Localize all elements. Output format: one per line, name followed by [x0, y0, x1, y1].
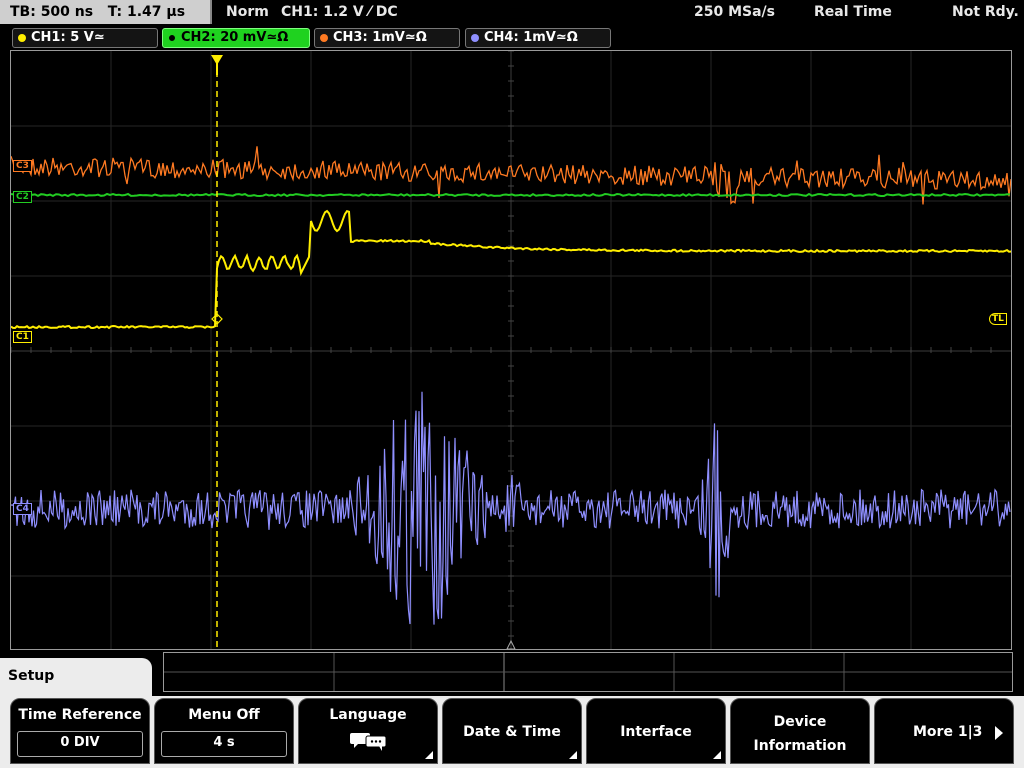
date-time-label: Date & Time	[463, 724, 561, 740]
ch3-offset-marker[interactable]: C3	[13, 160, 32, 172]
ch2-offset-marker[interactable]: C2	[13, 191, 32, 203]
date-time-button[interactable]: Date & Time	[442, 698, 582, 764]
ch3-dot-icon	[320, 34, 328, 42]
trigger-marker-icon[interactable]	[211, 55, 223, 75]
information-label: Information	[753, 738, 847, 754]
ch2-waveform	[11, 192, 1011, 198]
ch4-label: CH4: 1mV≃Ω	[484, 30, 578, 45]
trigger-time-readout: T: 1.47 µs	[107, 4, 186, 20]
timebase-box[interactable]: TB: 500 ns T: 1.47 µs	[0, 0, 212, 24]
timebase-readout: TB: 500 ns	[10, 4, 94, 20]
menu-title-text: Setup	[8, 668, 55, 684]
ch2-dot-icon	[168, 34, 176, 42]
trigger-mode[interactable]: Norm	[226, 0, 269, 24]
zoom-strip	[163, 652, 1013, 692]
time-reference-value[interactable]: 0 DIV	[17, 731, 143, 757]
graticule	[11, 51, 1011, 649]
acquisition-state: Not Rdy.	[952, 4, 1019, 20]
ch1-dot-icon	[18, 34, 26, 42]
waveform-canvas	[11, 51, 1011, 649]
ch4-dot-icon	[471, 34, 479, 42]
channel-tab-ch4[interactable]: CH4: 1mV≃Ω	[465, 28, 611, 48]
arrow-right-icon	[995, 726, 1003, 740]
device-information-button[interactable]: Device Information	[730, 698, 870, 764]
trigger-info[interactable]: CH1: 1.2 V ⁄ DC	[281, 0, 398, 24]
ch3-marker-text: C3	[16, 161, 29, 171]
channel-tab-ch2[interactable]: CH2: 20 mV≃Ω	[162, 28, 310, 48]
channel-tab-ch1[interactable]: CH1: 5 V≃	[12, 28, 158, 48]
language-label: Language	[329, 707, 407, 723]
ch3-label: CH3: 1mV≃Ω	[333, 30, 427, 45]
menu-off-label: Menu Off	[188, 707, 260, 723]
menu-title: Setup	[0, 658, 152, 698]
channel-bar: CH1: 5 V≃ CH2: 20 mV≃Ω CH3: 1mV≃Ω CH4: 1…	[0, 26, 1024, 48]
submenu-corner-icon	[425, 751, 433, 759]
speech-bubbles-icon	[350, 733, 387, 751]
ch1-marker-text: C1	[16, 332, 29, 342]
acquisition-mode: Real Time	[814, 4, 892, 20]
channel-tab-ch3[interactable]: CH3: 1mV≃Ω	[314, 28, 460, 48]
more-label: More 1|3	[913, 724, 983, 740]
interface-label: Interface	[620, 724, 692, 740]
status-bar: TB: 500 ns T: 1.47 µs Norm CH1: 1.2 V ⁄ …	[0, 0, 1024, 24]
trigger-level-marker[interactable]: TL	[989, 313, 1007, 325]
ch1-offset-marker[interactable]: C1	[13, 331, 32, 343]
ch2-label: CH2: 20 mV≃Ω	[181, 30, 289, 45]
softkey-bar: Time Reference 0 DIV Menu Off 4 s Langua…	[0, 696, 1024, 768]
time-reference-button[interactable]: Time Reference 0 DIV	[10, 698, 150, 764]
interface-button[interactable]: Interface	[586, 698, 726, 764]
sample-rate: 250 MSa/s	[694, 4, 776, 20]
ch4-marker-text: C4	[16, 504, 29, 514]
time-reference-label: Time Reference	[18, 707, 142, 723]
more-button[interactable]: More 1|3	[874, 698, 1014, 764]
language-button[interactable]: Language	[298, 698, 438, 764]
zoom-strip-graticule	[164, 653, 1012, 691]
ch2-marker-text: C2	[16, 192, 29, 202]
trigger-level-text: TL	[992, 314, 1004, 324]
device-label: Device	[773, 714, 827, 730]
waveform-display[interactable]: C3 C2 C1 C4 TL	[10, 50, 1012, 650]
ch4-offset-marker[interactable]: C4	[13, 503, 32, 515]
ch1-label: CH1: 5 V≃	[31, 30, 105, 45]
menu-off-button[interactable]: Menu Off 4 s	[154, 698, 294, 764]
submenu-corner-icon	[713, 751, 721, 759]
submenu-corner-icon	[569, 751, 577, 759]
menu-off-value[interactable]: 4 s	[161, 731, 287, 757]
